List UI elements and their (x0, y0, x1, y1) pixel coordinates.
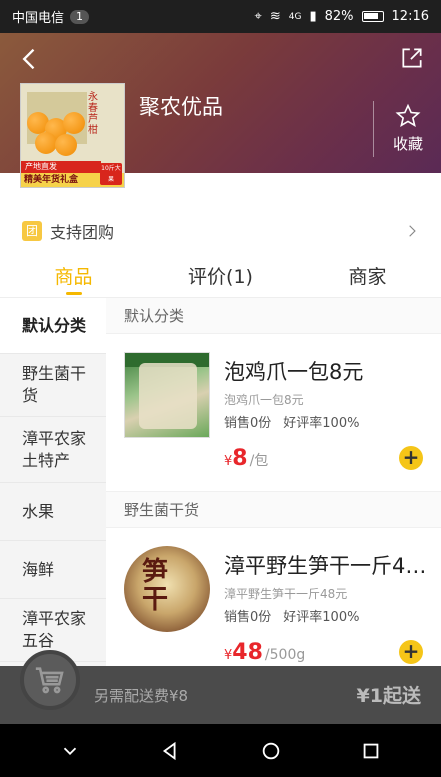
tab-merchant[interactable]: 商家 (294, 258, 441, 297)
nav-recents-icon[interactable] (360, 740, 382, 762)
tab-reviews[interactable]: 评价(1) (147, 258, 294, 297)
add-to-cart-button[interactable]: + (399, 446, 423, 470)
product-list: 默认分类 泡鸡爪一包8元 泡鸡爪一包8元 销售0份 好评率100% ¥8/包 + … (106, 298, 441, 668)
plus-icon: + (402, 639, 420, 663)
price-value: 8 (232, 446, 248, 471)
price-unit: /包 (249, 453, 269, 469)
product-item[interactable]: 笋干 漳平野生笋干一斤48元 漳平野生笋干一斤48元 销售0份 好评率100% ¥… (106, 528, 441, 668)
logo-band-text: 产地直发 (21, 161, 101, 173)
chevron-right-icon (409, 225, 416, 237)
back-button[interactable] (16, 45, 44, 73)
logo-tag: 10斤大果 (100, 163, 122, 185)
clock: 12:16 (391, 9, 429, 24)
status-bar: 中国电信 1 ⌖ ≋ 4G ▮ 82% 12:16 (0, 0, 441, 33)
category-item[interactable]: 水果 (0, 483, 106, 541)
nav-home-icon[interactable] (260, 740, 282, 762)
category-item[interactable]: 默认分类 (0, 298, 106, 354)
plus-icon: + (402, 445, 420, 469)
favorite-label: 收藏 (392, 135, 423, 153)
shop-name: 聚农优品 (139, 95, 223, 119)
share-button[interactable] (399, 45, 425, 71)
chevron-left-icon (22, 48, 35, 70)
signal-icon: ▮ (309, 9, 317, 24)
category-item[interactable]: 漳平农家土特产 (0, 417, 106, 483)
price-unit: /500g (264, 647, 306, 663)
product-sales: 销售0份 (224, 610, 272, 625)
shop-tabs: 商品 评价(1) 商家 (0, 258, 441, 298)
shop-header: 永春芦柑 产地直发 精美年货礼盒 10斤大果 聚农优品 收藏 (0, 33, 441, 188)
signal-label: 4G (288, 11, 302, 22)
product-price: ¥8/包 (224, 446, 268, 471)
shopping-cart-icon (35, 667, 64, 694)
orange-image (63, 112, 85, 134)
notification-badge: 1 (70, 9, 90, 24)
product-stats: 销售0份 好评率100% (224, 606, 359, 625)
category-item[interactable]: 野生菌干货 (0, 354, 106, 417)
delivery-fee-text: 另需配送费¥8 (94, 687, 189, 705)
product-price: ¥48/500g (224, 640, 305, 665)
nav-collapse-icon[interactable] (59, 740, 81, 762)
product-name: 漳平野生笋干一斤48元 (224, 554, 434, 578)
group-buy-icon: 团 (22, 221, 42, 241)
favorite-button[interactable]: 收藏 (382, 103, 434, 154)
product-image: 笋干 (124, 546, 210, 632)
location-icon: ⌖ (254, 9, 262, 24)
battery-percent: 82% (324, 9, 354, 24)
logo-vertical-text: 永春芦柑 (88, 92, 98, 136)
battery-icon (361, 11, 384, 22)
product-name: 泡鸡爪一包8元 (224, 360, 364, 384)
nav-back-icon[interactable] (159, 740, 181, 762)
product-desc: 漳平野生笋干一斤48元 (224, 587, 348, 601)
group-buy-label: 支持团购 (50, 223, 115, 242)
price-value: 48 (232, 640, 263, 665)
carrier-name: 中国电信 (12, 11, 65, 26)
tab-products[interactable]: 商品 (0, 258, 147, 297)
min-order-button[interactable]: ¥1起送 (357, 681, 421, 708)
group-buy-row[interactable]: 团 支持团购 (0, 212, 441, 250)
cart-bar: 另需配送费¥8 ¥1起送 (0, 650, 441, 724)
cart-button[interactable] (20, 650, 80, 710)
product-rating: 好评率100% (283, 416, 360, 431)
category-sidebar: 默认分类 野生菌干货 漳平农家土特产 水果 海鲜 漳平农家五谷 (0, 298, 106, 668)
shop-logo: 永春芦柑 产地直发 精美年货礼盒 10斤大果 (20, 83, 125, 188)
product-rating: 好评率100% (283, 610, 360, 625)
product-desc: 泡鸡爪一包8元 (224, 393, 304, 407)
product-stats: 销售0份 好评率100% (224, 412, 359, 431)
product-item[interactable]: 泡鸡爪一包8元 泡鸡爪一包8元 销售0份 好评率100% ¥8/包 + (106, 334, 441, 492)
system-nav-bar (0, 724, 441, 777)
add-to-cart-button[interactable]: + (399, 640, 423, 664)
star-icon (395, 103, 421, 127)
category-item[interactable]: 海鲜 (0, 541, 106, 599)
orange-image (35, 132, 57, 154)
product-image (124, 352, 210, 438)
wifi-icon: ≋ (269, 9, 281, 24)
section-title: 默认分类 (106, 298, 441, 334)
product-sales: 销售0份 (224, 416, 272, 431)
share-icon (402, 48, 422, 68)
orange-image (55, 134, 77, 156)
section-title: 野生菌干货 (106, 492, 441, 528)
header-divider (373, 101, 374, 157)
